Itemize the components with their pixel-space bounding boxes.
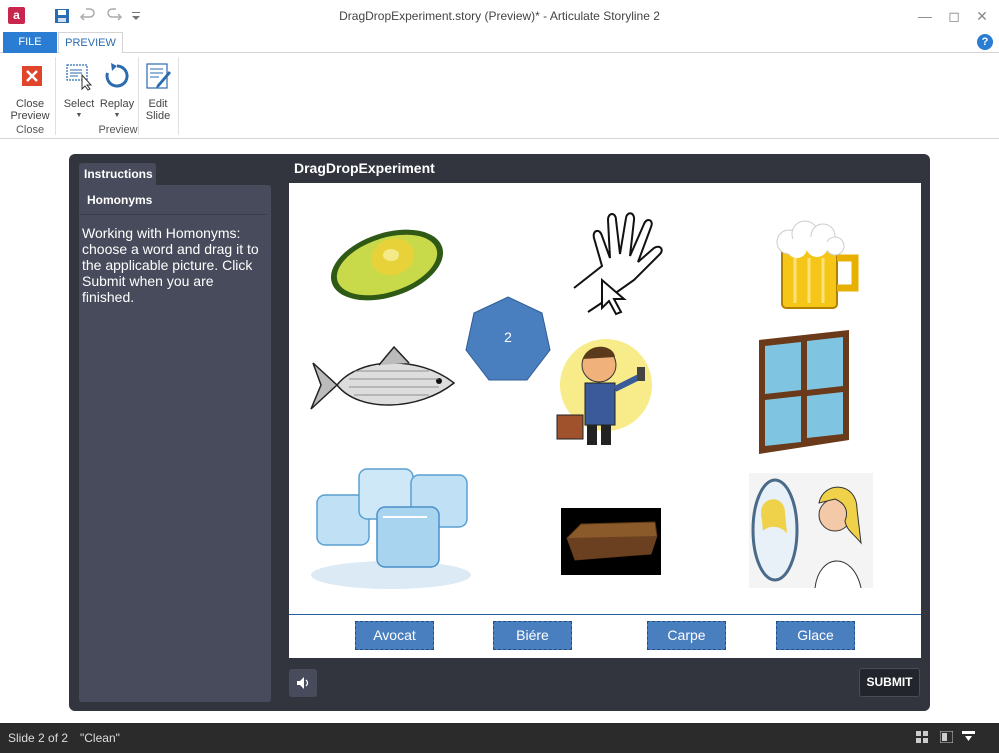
instructions-heading: Homonyms bbox=[79, 185, 267, 215]
replay-icon bbox=[105, 63, 129, 88]
beer-mug-picture bbox=[776, 220, 859, 309]
close-preview-label-1: Close bbox=[15, 98, 45, 110]
minimize-icon[interactable]: — bbox=[915, 6, 935, 26]
instructions-panel: Homonyms Working with Homonyms: choose a… bbox=[79, 185, 271, 702]
numbered-heptagon[interactable]: 2 bbox=[465, 295, 551, 383]
group-label-close: Close bbox=[15, 124, 45, 136]
close-preview-icon bbox=[22, 66, 42, 86]
group-label-preview: Preview bbox=[98, 124, 138, 136]
maximize-icon[interactable]: ◻ bbox=[944, 6, 964, 26]
slide-sorter-icon[interactable] bbox=[916, 731, 929, 743]
status-bar: Slide 2 of 2 "Clean" bbox=[0, 723, 999, 753]
close-preview-label-2: Preview bbox=[10, 110, 50, 122]
mirror-picture bbox=[749, 473, 873, 588]
coffin-picture bbox=[561, 508, 661, 575]
drag-word-biere[interactable]: Biére bbox=[493, 621, 572, 650]
tab-file[interactable]: FILE bbox=[3, 32, 57, 53]
title-bar: a DragDropExperiment.story (Preview)* - … bbox=[0, 0, 999, 32]
close-window-icon[interactable]: ✕ bbox=[972, 6, 992, 26]
theme-name: "Clean" bbox=[80, 731, 120, 745]
heptagon-label: 2 bbox=[504, 329, 512, 345]
ice-cubes-picture bbox=[311, 468, 471, 589]
avocado-picture bbox=[330, 229, 444, 301]
ribbon-tabs: FILE PREVIEW ? bbox=[0, 32, 999, 54]
close-preview-button[interactable]: Close Preview bbox=[8, 61, 52, 122]
select-dropdown-icon: ▼ bbox=[75, 112, 83, 119]
select-button[interactable]: Select ▼ bbox=[60, 61, 98, 122]
select-label: Select bbox=[63, 98, 95, 110]
slide-counter: Slide 2 of 2 bbox=[8, 731, 69, 745]
drop-zone-divider bbox=[289, 614, 921, 615]
instructions-text: Working with Homonyms: choose a word and… bbox=[82, 225, 259, 305]
drag-word-avocat[interactable]: Avocat bbox=[355, 621, 434, 650]
edit-slide-button[interactable]: Edit Slide bbox=[140, 61, 176, 122]
submit-button[interactable]: SUBMIT bbox=[859, 668, 920, 697]
select-icon bbox=[66, 64, 93, 91]
player-frame: Instructions Homonyms Working with Homon… bbox=[69, 154, 930, 711]
window-picture bbox=[759, 330, 849, 454]
normal-view-icon[interactable] bbox=[940, 731, 953, 743]
ribbon-divider bbox=[55, 57, 56, 135]
drag-word-glace[interactable]: Glace bbox=[776, 621, 855, 650]
slide-canvas: 2 bbox=[289, 183, 921, 658]
tab-instructions[interactable]: Instructions bbox=[79, 163, 156, 185]
window-title: DragDropExperiment.story (Preview)* - Ar… bbox=[339, 9, 660, 23]
drag-word-carpe[interactable]: Carpe bbox=[647, 621, 726, 650]
edit-slide-icon bbox=[146, 63, 171, 89]
tab-preview[interactable]: PREVIEW bbox=[58, 32, 123, 54]
ribbon-divider bbox=[178, 57, 179, 135]
preview-view-icon[interactable] bbox=[962, 731, 975, 743]
replay-dropdown-icon: ▼ bbox=[113, 112, 121, 119]
volume-button[interactable] bbox=[289, 669, 317, 697]
businessman-picture bbox=[556, 339, 652, 445]
replay-button[interactable]: Replay ▼ bbox=[98, 61, 136, 122]
speaker-icon bbox=[297, 677, 309, 689]
carp-fish-picture bbox=[310, 345, 456, 410]
edit-slide-label-1: Edit bbox=[148, 98, 168, 110]
hand-picture bbox=[573, 212, 663, 316]
replay-label: Replay bbox=[99, 98, 135, 110]
edit-slide-label-2: Slide bbox=[145, 110, 171, 122]
ribbon: Close Preview Close Select ▼ Replay ▼ Ed… bbox=[0, 53, 999, 139]
help-icon[interactable]: ? bbox=[977, 34, 993, 50]
slide-title: DragDropExperiment bbox=[294, 160, 435, 176]
